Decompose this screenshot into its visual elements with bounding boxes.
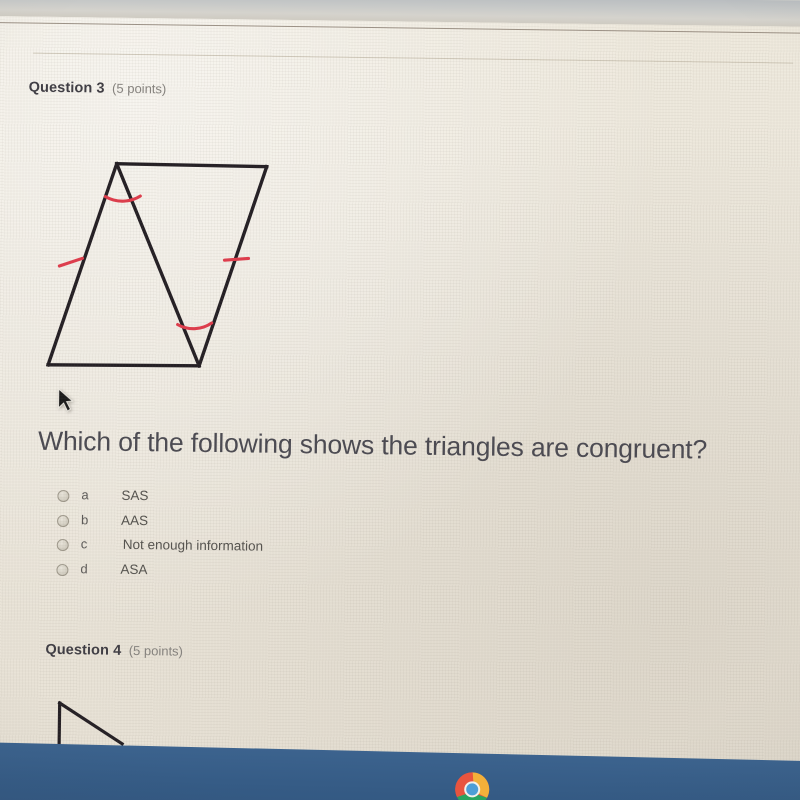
radio-button-a[interactable]	[57, 489, 70, 503]
choice-text-c[interactable]: Not enough information	[123, 537, 264, 554]
side-hypotenuse	[57, 700, 125, 747]
question-3-header: Question 3 (5 points)	[29, 79, 167, 99]
question-4-points: (5 points)	[128, 642, 184, 659]
choice-letter-c: c	[80, 536, 88, 552]
url-text: com/assignment/2000000002/assessment	[0, 0, 285, 2]
question-4-header: Question 4 (5 points)	[45, 641, 183, 661]
screenshot-root: com/assignment/2000000002/assessment Que…	[0, 0, 800, 800]
choice-text-d[interactable]: ASA	[120, 561, 147, 576]
triangle-outline	[45, 161, 269, 369]
radio-button-d[interactable]	[56, 563, 69, 576]
radio-button-b[interactable]	[56, 514, 70, 527]
cursor-svg	[58, 388, 74, 412]
assessment-page: Question 3 (5 points) Which of the follo…	[0, 15, 800, 787]
tick-right-leg	[222, 256, 251, 262]
angle-arc-apex	[103, 194, 142, 203]
choice-text-b[interactable]: AAS	[121, 512, 148, 527]
photographed-screen: com/assignment/2000000002/assessment Que…	[0, 0, 800, 800]
side-shared-diagonal	[114, 161, 202, 369]
triangles-svg	[45, 161, 269, 369]
right-triangle-outline	[57, 700, 125, 749]
side-bottom	[46, 363, 201, 368]
congruence-marks	[57, 194, 251, 331]
question-4-label: Question 4	[45, 641, 122, 659]
tick-left-leg	[57, 256, 85, 268]
question-3-label: Question 3	[28, 79, 105, 97]
choice-text-a[interactable]: SAS	[121, 488, 148, 503]
side-right-leg	[196, 164, 269, 368]
choice-letter-d: d	[80, 560, 88, 576]
choice-letter-b: b	[80, 511, 89, 527]
side-left-leg	[45, 161, 119, 368]
question-3-points: (5 points)	[112, 80, 167, 97]
cursor-arrow-shape	[58, 388, 74, 412]
chrome-icon[interactable]	[450, 767, 495, 800]
side-top	[115, 161, 269, 169]
congruent-triangles-figure	[21, 125, 304, 394]
choice-letter-a: a	[81, 487, 89, 503]
side-vertical-leg	[57, 701, 62, 749]
chrome-icon-svg	[455, 772, 490, 800]
radio-button-c[interactable]	[56, 538, 69, 552]
mouse-pointer-icon	[56, 388, 74, 414]
